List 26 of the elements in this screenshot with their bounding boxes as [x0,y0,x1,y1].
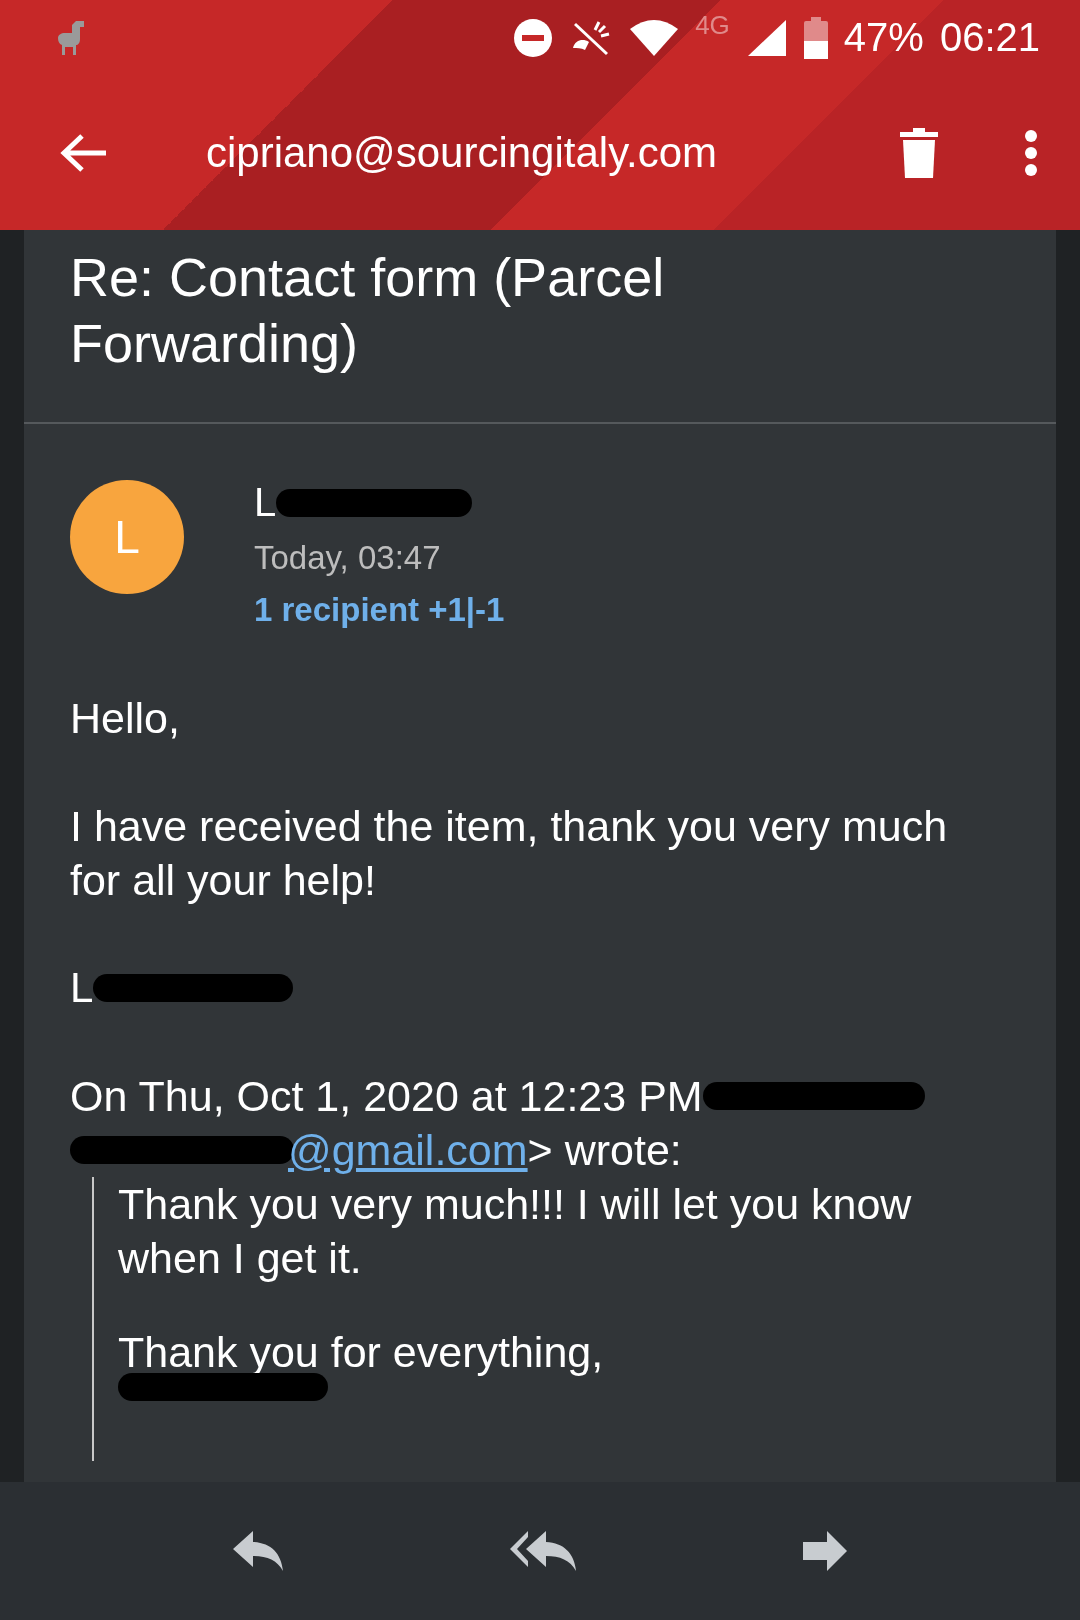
email-date: Today, 03:47 [254,539,441,577]
signature: L [70,963,94,1013]
network-type: 4G [695,10,730,41]
quote-header-text: > wrote: [527,1125,682,1176]
sender-name: L [254,480,277,525]
clock: 06:21 [939,15,1040,60]
body-paragraph: Hello, [70,693,181,744]
do-not-disturb-icon [513,17,554,58]
body-paragraph: I have received the item, thank you very much for all your help! [70,801,949,906]
recipients-link[interactable]: 1 recipient +1|-1 [254,591,505,629]
quoted-paragraph: Thank you for everything, [118,1327,605,1378]
avatar: L [70,480,184,594]
email-subject: Re: Contact form (Parcel Forwarding) [24,230,1056,424]
email-link[interactable]: @gmail.com [288,1123,528,1177]
back-arrow-icon [60,132,108,173]
menu-icon [1024,128,1038,177]
battery-percent: 47% [843,15,924,60]
reply-icon [231,1529,286,1573]
window-title: cipriano@sourcingitaly.com [206,128,719,177]
trash-icon [900,127,938,178]
quote-header-text: On Thu, Oct 1, 2020 at 12:23 PM [70,1071,703,1122]
wifi-icon [629,18,680,57]
battery-icon [803,16,828,59]
forward-icon [800,1529,849,1573]
quoted-paragraph: Thank you very much!!! I will let you know when I get it. [118,1179,913,1284]
reply-all-icon [508,1529,578,1573]
